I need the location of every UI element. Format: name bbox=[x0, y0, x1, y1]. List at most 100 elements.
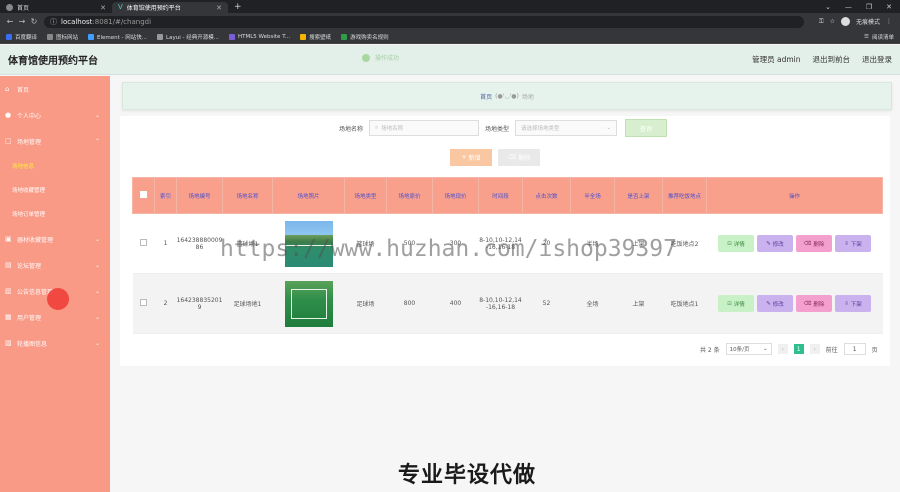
chevron-down-icon[interactable]: ⌄ bbox=[825, 3, 831, 11]
add-button[interactable]: + 新增 bbox=[450, 149, 492, 166]
cell-place: 吃饭地点1 bbox=[662, 273, 707, 334]
close-icon[interactable]: ✕ bbox=[100, 4, 106, 12]
minimize-icon[interactable]: — bbox=[845, 3, 852, 11]
page-size-select[interactable]: 10条/页 ⌄ bbox=[725, 343, 772, 355]
search-button[interactable]: 查询 bbox=[625, 119, 668, 137]
bookmark-item[interactable]: Layui - 经典开源模... bbox=[157, 33, 219, 41]
sidebar-item-equipment[interactable]: ▣ 器材收藏管理 ⌄ bbox=[0, 226, 110, 252]
key-icon[interactable]: ⚿ bbox=[819, 18, 824, 26]
incognito-label[interactable]: 无痕模式 bbox=[856, 17, 880, 26]
delete-button[interactable]: ⌫ 删除 bbox=[796, 295, 832, 312]
bookmarks-bar: 百度翻译 图标网站 Element - 网站快... Layui - 经典开源模… bbox=[0, 30, 900, 44]
box-icon: ▣ bbox=[5, 235, 12, 243]
row-checkbox[interactable] bbox=[140, 299, 147, 306]
current-page[interactable]: 1 bbox=[793, 344, 804, 354]
offline-label: 下架 bbox=[850, 241, 862, 248]
bookmark-icon bbox=[88, 33, 95, 40]
url-host: localhost bbox=[61, 17, 93, 26]
column-header: 场地现价 bbox=[432, 177, 479, 214]
sidebar-item-label: 场地信息 bbox=[12, 164, 35, 170]
app-header: 体育馆使用预约平台 操作成功 管理员 admin 退出到前台 退出登录 bbox=[0, 45, 900, 75]
to-front-link[interactable]: 退出到前台 bbox=[813, 54, 851, 65]
sidebar-item-home[interactable]: ⌂ 首页 bbox=[0, 76, 110, 102]
next-page-button[interactable]: › bbox=[809, 344, 820, 354]
search-form: 场地名称 ⌕ 场地名称 场地类型 请选择场地类型 ⌄ 查询 bbox=[110, 119, 900, 137]
cell-clicks: 52 bbox=[522, 273, 571, 334]
chevron-down-icon: ⌄ bbox=[94, 261, 100, 269]
sidebar-item-profile[interactable]: ● 个人中心 ⌄ bbox=[0, 102, 110, 128]
main-content: 首页 (●'◡'●) 场地 场地名称 ⌕ 场地名称 场地类型 请选择场地类型 ⌄… bbox=[110, 76, 900, 492]
pagination: 共 2 条 10条/页 ⌄ ‹ 1 › 前往 1 页 bbox=[700, 343, 878, 355]
bookmark-item[interactable]: 图标网站 bbox=[47, 33, 78, 41]
venue-type-label: 场地类型 bbox=[485, 125, 510, 133]
back-icon[interactable]: ← bbox=[4, 17, 16, 26]
bookmark-item[interactable]: 百度翻译 bbox=[6, 33, 37, 41]
venue-photo[interactable] bbox=[284, 280, 333, 327]
url-input[interactable]: ⓘ localhost:8081/#/changdi bbox=[44, 15, 804, 28]
sidebar-item-label: 器材收藏管理 bbox=[17, 236, 54, 244]
delete-label: 删除 bbox=[518, 155, 531, 162]
bookmark-item[interactable]: Element - 网站快... bbox=[88, 33, 147, 41]
download-icon: ⇩ bbox=[844, 300, 849, 307]
restore-icon[interactable]: ❐ bbox=[866, 3, 872, 11]
reload-icon[interactable]: ↻ bbox=[28, 17, 40, 26]
bookmark-item[interactable]: HTML5 Website T... bbox=[228, 33, 290, 40]
sidebar-item-label: 首页 bbox=[17, 86, 30, 94]
new-tab-button[interactable]: + bbox=[234, 2, 242, 12]
bookmark-item[interactable]: 游戏购卖名规则 bbox=[341, 33, 389, 41]
edit-button[interactable]: ✎ 修改 bbox=[757, 295, 793, 312]
venue-name-input[interactable]: ⌕ 场地名称 bbox=[369, 120, 480, 136]
venue-type-select[interactable]: 请选择场地类型 ⌄ bbox=[515, 120, 618, 136]
detail-button[interactable]: ⊡ 详情 bbox=[718, 295, 754, 312]
cell-photo bbox=[272, 273, 345, 334]
window-controls: ⌄ — ❐ ✕ bbox=[825, 3, 900, 11]
home-icon: ⌂ bbox=[5, 85, 10, 93]
sidebar-sub-venue-favorites[interactable]: 场地收藏管理 bbox=[0, 178, 110, 202]
logout-link[interactable]: 退出登录 bbox=[862, 54, 892, 65]
browser-tab-active[interactable]: V 体育馆使用预约平台 ✕ bbox=[112, 2, 228, 13]
breadcrumb-home[interactable]: 首页 bbox=[480, 92, 492, 101]
close-window-icon[interactable]: ✕ bbox=[886, 3, 892, 11]
breadcrumb-current: 场地 bbox=[521, 93, 534, 101]
bookmark-icon bbox=[228, 33, 235, 40]
reading-list-label: 阅读清单 bbox=[871, 34, 894, 41]
cell-operations: ⊡ 详情 ✎ 修改 ⌫ 删除 ⇩ 下架 bbox=[706, 273, 883, 334]
venue-type-placeholder: 请选择场地类型 bbox=[521, 126, 560, 132]
sidebar-sub-venue-orders[interactable]: 场地订单管理 bbox=[0, 202, 110, 226]
edit-button[interactable]: ✎ 修改 bbox=[757, 235, 793, 252]
batch-delete-button[interactable]: ⌫ 删除 bbox=[498, 149, 540, 166]
sidebar-item-forum[interactable]: ▤ 论坛管理 ⌄ bbox=[0, 252, 110, 278]
close-icon[interactable]: ✕ bbox=[216, 4, 222, 12]
offline-button[interactable]: ⇩ 下架 bbox=[835, 295, 871, 312]
bookmark-item[interactable]: 搜索壁纸 bbox=[300, 33, 331, 41]
sidebar-sub-venue-info[interactable]: 场地信息 bbox=[0, 154, 110, 178]
prev-page-button[interactable]: ‹ bbox=[777, 344, 788, 354]
detail-icon: ⊡ bbox=[727, 300, 732, 307]
cell-name: 足球场地1 bbox=[222, 273, 273, 334]
app-title: 体育馆使用预约平台 bbox=[8, 56, 98, 67]
reading-list[interactable]: ☰ 阅读清单 bbox=[864, 33, 894, 41]
menu-icon[interactable]: ⋮ bbox=[886, 18, 892, 25]
sidebar-item-carousel[interactable]: ▧ 轮播图信息 ⌄ bbox=[0, 330, 110, 356]
goto-page-input[interactable]: 1 bbox=[843, 343, 866, 355]
row-select-cell[interactable] bbox=[132, 273, 155, 334]
browser-tab-home[interactable]: 首页 ✕ bbox=[0, 2, 112, 13]
row-select-cell[interactable] bbox=[132, 213, 155, 274]
select-all-header[interactable] bbox=[132, 177, 155, 214]
select-all-checkbox[interactable] bbox=[140, 191, 147, 198]
sidebar-item-venue[interactable]: ▢ 场地管理 ⌃ bbox=[0, 128, 110, 154]
delete-button[interactable]: ⌫ 删除 bbox=[796, 235, 832, 252]
chevron-down-icon: ⌄ bbox=[606, 125, 612, 131]
detail-button[interactable]: ⊡ 详情 bbox=[718, 235, 754, 252]
bookmark-label: Layui - 经典开源模... bbox=[166, 34, 219, 41]
users-icon: ▦ bbox=[5, 313, 12, 321]
sidebar-item-label: 个人中心 bbox=[17, 112, 42, 120]
globe-icon bbox=[6, 4, 13, 11]
column-header: 半全场 bbox=[570, 177, 615, 214]
goto-label: 前往 bbox=[825, 346, 838, 354]
offline-button[interactable]: ⇩ 下架 bbox=[835, 235, 871, 252]
star-icon[interactable]: ☆ bbox=[830, 18, 835, 25]
bookmark-icon bbox=[300, 33, 307, 40]
row-checkbox[interactable] bbox=[140, 239, 147, 246]
forward-icon[interactable]: → bbox=[16, 17, 28, 26]
